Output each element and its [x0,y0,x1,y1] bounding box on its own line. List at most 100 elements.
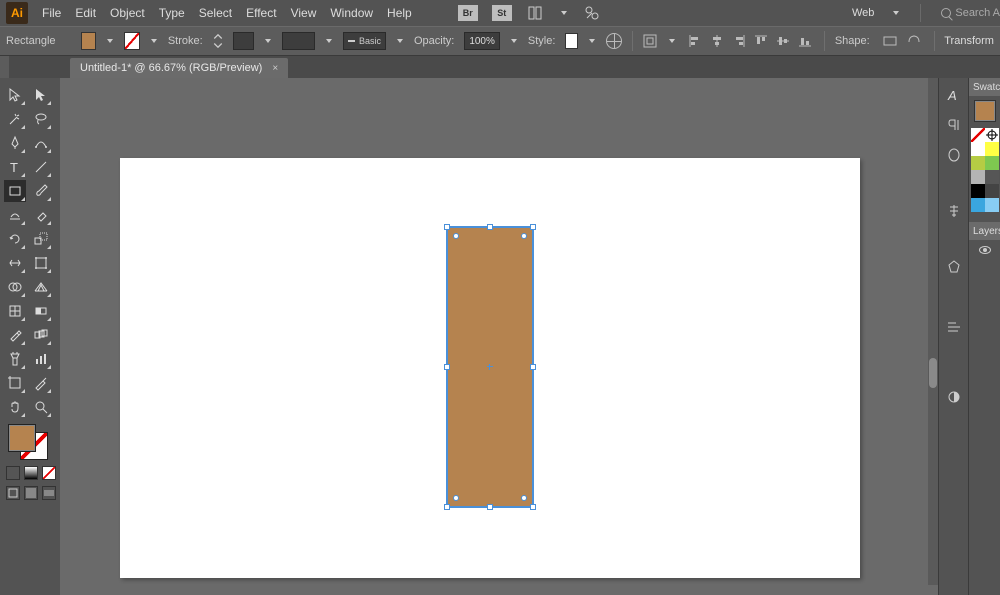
lasso-tool[interactable] [30,108,52,130]
column-graph-tool[interactable] [30,348,52,370]
bridge-button[interactable]: Br [458,5,478,21]
align-bottom-button[interactable] [796,32,814,50]
swatch-item[interactable] [985,170,999,184]
align-panel-icon[interactable] [945,318,963,336]
gpu-preview-button[interactable] [582,4,602,22]
fill-dropdown[interactable] [106,37,114,45]
swatches-panel-tab[interactable]: Swatc [969,78,1000,96]
swatch-none[interactable] [971,128,985,142]
free-transform-tool[interactable] [30,252,52,274]
selection-tool[interactable] [4,84,26,106]
curvature-tool[interactable] [30,132,52,154]
recolor-button[interactable] [606,32,622,50]
scrollbar-thumb[interactable] [929,358,937,388]
app-logo[interactable]: Ai [6,2,28,24]
pathfinder-panel-icon[interactable] [945,258,963,276]
hand-tool[interactable] [4,396,26,418]
layer-visibility-toggle[interactable] [969,240,1000,260]
swatch-item[interactable] [971,198,985,212]
arrange-docs-button[interactable] [526,4,546,22]
brush-dropdown[interactable] [396,37,404,45]
handle-left[interactable] [444,364,450,370]
direct-selection-tool[interactable] [30,84,52,106]
perspective-grid-tool[interactable] [30,276,52,298]
vertical-scrollbar[interactable] [928,78,938,585]
handle-top-left[interactable] [444,224,450,230]
swatch-item[interactable] [985,198,999,212]
pen-tool[interactable] [4,132,26,154]
corner-widget-br[interactable] [521,495,527,501]
stroke-weight-input[interactable] [233,32,255,50]
eyedropper-tool[interactable] [4,324,26,346]
align-to-dropdown[interactable] [668,37,676,45]
opentype-panel-icon[interactable] [945,146,963,164]
panel-collapse-strip[interactable] [0,56,9,78]
transparency-panel-icon[interactable] [945,388,963,406]
presentation-button[interactable] [42,486,56,500]
mesh-tool[interactable] [4,300,26,322]
selection-bounding-box[interactable] [446,226,534,508]
align-right-button[interactable] [730,32,748,50]
opacity-dropdown[interactable] [510,32,518,50]
menu-type[interactable]: Type [159,6,185,20]
menu-help[interactable]: Help [387,6,412,20]
opacity-input[interactable]: 100% [464,32,500,50]
swatch-item[interactable] [971,156,985,170]
symbols-panel-icon[interactable] [945,202,963,220]
workspace-dropdown[interactable] [892,9,900,17]
swatch-item[interactable] [971,142,985,156]
menu-file[interactable]: File [42,6,61,20]
align-to-button[interactable] [642,32,658,50]
corner-widget-tr[interactable] [521,233,527,239]
menu-select[interactable]: Select [199,6,232,20]
align-top-button[interactable] [752,32,770,50]
symbol-sprayer-tool[interactable] [4,348,26,370]
document-tab[interactable]: Untitled-1* @ 66.67% (RGB/Preview) × [70,58,288,78]
workspace-switcher[interactable]: Web [852,7,874,19]
swatch-item[interactable] [971,170,985,184]
fill-stroke-indicator[interactable] [6,422,50,462]
rectangle-tool[interactable] [4,180,26,202]
artboard-tool[interactable] [4,372,26,394]
stroke-weight-stepper[interactable] [213,32,223,50]
menu-effect[interactable]: Effect [246,6,276,20]
color-mode-button[interactable] [6,466,20,480]
fill-color-swatch[interactable] [81,32,97,50]
slice-tool[interactable] [30,372,52,394]
none-mode-button[interactable] [42,466,56,480]
handle-bottom[interactable] [487,504,493,510]
gradient-tool[interactable] [30,300,52,322]
paintbrush-tool[interactable] [30,180,52,202]
normal-screen-button[interactable] [6,486,20,500]
layers-panel-tab[interactable]: Layers [969,222,1000,240]
full-screen-button[interactable] [24,486,38,500]
graphic-style-swatch[interactable] [565,33,577,49]
handle-top[interactable] [487,224,493,230]
search-field[interactable]: Search A [941,7,1000,19]
stroke-color-swatch[interactable] [124,32,140,50]
type-tool[interactable]: T [4,156,26,178]
corner-widget-bl[interactable] [453,495,459,501]
swatch-item[interactable] [985,156,999,170]
paragraph-panel-icon[interactable] [945,116,963,134]
shape-wh-button[interactable] [880,32,900,50]
menu-view[interactable]: View [291,6,317,20]
line-tool[interactable] [30,156,52,178]
width-tool[interactable] [4,252,26,274]
stroke-dropdown[interactable] [150,37,158,45]
align-hcenter-button[interactable] [708,32,726,50]
current-swatch[interactable] [974,100,996,122]
shape-builder-tool[interactable] [4,276,26,298]
arrange-dropdown[interactable] [560,9,568,17]
scale-tool[interactable] [30,228,52,250]
align-left-button[interactable] [686,32,704,50]
artboard[interactable] [120,158,860,578]
corner-widget-tl[interactable] [453,233,459,239]
brush-definition[interactable]: Basic [343,32,386,50]
menu-window[interactable]: Window [330,6,373,20]
swatch-item[interactable] [985,184,999,198]
style-dropdown[interactable] [588,37,596,45]
character-panel-icon[interactable]: A [945,86,963,104]
magic-wand-tool[interactable] [4,108,26,130]
shape-corner-button[interactable] [904,32,924,50]
